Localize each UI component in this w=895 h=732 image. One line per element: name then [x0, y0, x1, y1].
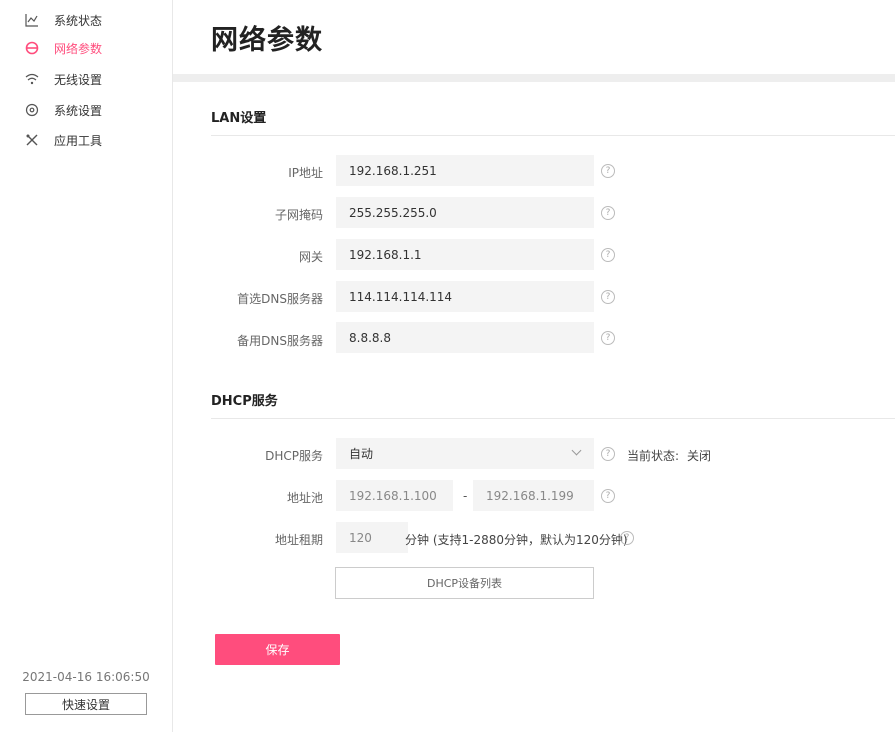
help-icon[interactable]: ? — [601, 447, 615, 461]
sidebar-item-label: 系统状态 — [54, 13, 103, 28]
help-icon[interactable]: ? — [601, 206, 615, 220]
pool-start-input[interactable]: 192.168.1.100 — [336, 480, 453, 511]
save-button[interactable]: 保存 — [215, 634, 340, 665]
subnet-mask-label: 子网掩码 — [274, 208, 323, 222]
gear-icon — [24, 102, 40, 118]
quick-setup-button[interactable]: 快速设置 — [25, 693, 147, 715]
lan-section-title: LAN设置 — [211, 111, 267, 126]
dhcp-status-value: 关闭 — [687, 449, 712, 463]
help-icon[interactable]: ? — [601, 331, 615, 345]
sidebar-item-wireless[interactable]: 无线设置 — [24, 68, 102, 90]
help-icon[interactable]: ? — [601, 164, 615, 178]
gateway-input[interactable]: 192.168.1.1 — [336, 239, 594, 270]
primary-dns-label: 首选DNS服务器 — [237, 292, 323, 306]
lan-section-divider — [211, 135, 895, 136]
tools-icon — [24, 132, 40, 148]
page-title: 网络参数 — [211, 25, 323, 56]
secondary-dns-label: 备用DNS服务器 — [237, 334, 323, 348]
dhcp-section-title: DHCP服务 — [211, 394, 278, 409]
sidebar-item-label: 系统设置 — [54, 103, 103, 118]
help-icon[interactable]: ? — [620, 531, 634, 545]
sidebar: 系统状态 网络参数 无线设置 系统设置 应用工具 2021-04-16 16:0… — [0, 0, 173, 732]
subnet-mask-input[interactable]: 255.255.255.0 — [336, 197, 594, 228]
main-content: 网络参数 LAN设置 IP地址 192.168.1.251 ? 子网掩码 255… — [173, 0, 895, 732]
lease-time-label: 地址租期 — [274, 533, 323, 547]
help-icon[interactable]: ? — [601, 489, 615, 503]
lease-time-hint: 分钟 (支持1-2880分钟，默认为120分钟) — [405, 533, 628, 547]
lease-time-input[interactable]: 120 — [336, 522, 408, 553]
dhcp-section-divider — [211, 418, 895, 419]
dhcp-status-label: 当前状态: — [627, 449, 680, 463]
title-divider — [173, 74, 895, 82]
sidebar-item-system-status[interactable]: 系统状态 — [24, 9, 102, 31]
dhcp-service-value: 自动 — [349, 447, 374, 461]
pool-separator: - — [463, 489, 468, 503]
dhcp-device-list-button[interactable]: DHCP设备列表 — [335, 567, 594, 599]
ip-address-input[interactable]: 192.168.1.251 — [336, 155, 594, 186]
wifi-icon — [24, 71, 40, 87]
pool-end-input[interactable]: 192.168.1.199 — [473, 480, 594, 511]
chart-line-icon — [24, 12, 40, 28]
sidebar-item-network-params[interactable]: 网络参数 — [24, 37, 102, 59]
secondary-dns-input[interactable]: 8.8.8.8 — [336, 322, 594, 353]
gateway-label: 网关 — [298, 250, 323, 264]
dhcp-service-select[interactable]: 自动 — [336, 438, 594, 469]
sidebar-item-label: 网络参数 — [54, 41, 103, 56]
help-icon[interactable]: ? — [601, 290, 615, 304]
sidebar-item-label: 无线设置 — [54, 72, 103, 87]
ip-address-label: IP地址 — [288, 166, 323, 180]
primary-dns-input[interactable]: 114.114.114.114 — [336, 281, 594, 312]
sidebar-item-tools[interactable]: 应用工具 — [24, 129, 102, 151]
help-icon[interactable]: ? — [601, 248, 615, 262]
datetime-display: 2021-04-16 16:06:50 — [22, 670, 150, 684]
network-icon — [24, 40, 40, 56]
address-pool-label: 地址池 — [286, 491, 323, 505]
chevron-down-icon — [571, 445, 582, 456]
dhcp-service-label: DHCP服务 — [265, 449, 323, 463]
sidebar-item-label: 应用工具 — [54, 133, 103, 148]
sidebar-item-system-settings[interactable]: 系统设置 — [24, 99, 102, 121]
